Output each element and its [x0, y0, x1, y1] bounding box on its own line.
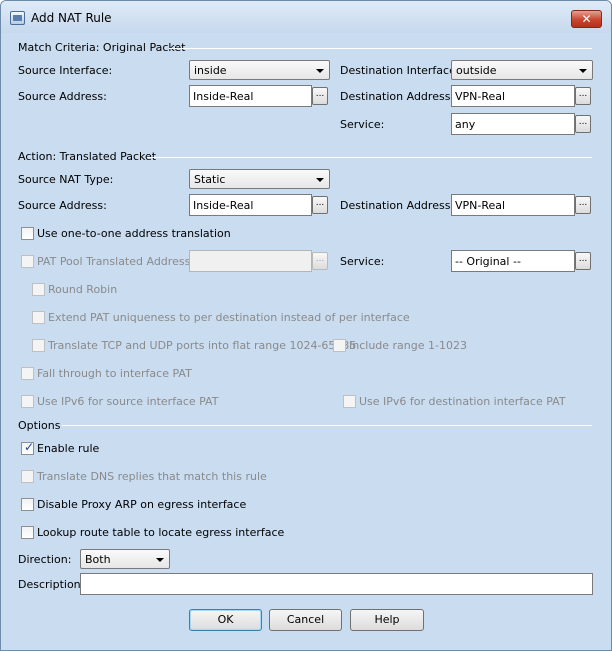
direction-select[interactable]: Both — [80, 549, 170, 569]
chevron-down-icon — [316, 69, 324, 73]
service-field[interactable]: any — [451, 113, 575, 135]
cancel-button[interactable]: Cancel — [269, 609, 342, 631]
direction-label: Direction: — [18, 553, 72, 566]
destination-address-field[interactable]: VPN-Real — [451, 85, 575, 107]
destination-interface-label: Destination Interface: — [340, 64, 460, 77]
translated-service-label: Service: — [340, 255, 385, 268]
enable-rule-checkbox[interactable]: ✓ — [21, 440, 35, 455]
direction-value: Both — [85, 553, 111, 566]
enable-rule-label: Enable rule — [37, 442, 100, 455]
service-browse-button[interactable]: ... — [575, 115, 591, 133]
description-label: Description: — [18, 578, 85, 591]
ipv6-destination-checkbox[interactable] — [343, 395, 356, 408]
close-button[interactable]: ✕ — [571, 10, 602, 28]
lookup-route-checkbox[interactable] — [21, 526, 34, 539]
source-interface-value: inside — [194, 64, 227, 77]
translated-destination-address-value: VPN-Real — [455, 199, 506, 212]
translated-destination-browse-button[interactable]: ... — [575, 196, 591, 214]
translated-service-field[interactable]: -- Original -- — [451, 250, 575, 272]
fall-through-checkbox[interactable] — [21, 367, 34, 380]
chevron-down-icon — [316, 178, 324, 182]
one-to-one-checkbox[interactable] — [21, 227, 34, 240]
translated-service-value: -- Original -- — [455, 255, 521, 268]
pat-pool-browse-button[interactable]: ... — [312, 252, 328, 270]
checkmark-icon: ✓ — [24, 440, 35, 454]
source-address-label: Source Address: — [18, 90, 107, 103]
destination-interface-value: outside — [456, 64, 497, 77]
destination-interface-select[interactable]: outside — [451, 60, 593, 80]
translate-ports-checkbox[interactable] — [32, 339, 45, 352]
destination-address-value: VPN-Real — [455, 90, 506, 103]
pat-pool-label: PAT Pool Translated Address: — [37, 255, 195, 268]
extend-pat-label: Extend PAT uniqueness to per destination… — [48, 311, 410, 324]
options-heading: Options — [18, 419, 61, 432]
source-address-value: Inside-Real — [193, 90, 254, 103]
extend-pat-checkbox[interactable] — [32, 311, 45, 324]
disable-proxy-arp-checkbox[interactable] — [21, 498, 34, 511]
translated-source-address-value: Inside-Real — [193, 199, 254, 212]
source-address-field[interactable]: Inside-Real — [189, 85, 312, 107]
one-to-one-label: Use one-to-one address translation — [37, 227, 231, 240]
match-criteria-heading: Match Criteria: Original Packet — [18, 41, 186, 54]
ipv6-destination-label: Use IPv6 for destination interface PAT — [359, 395, 566, 408]
disable-proxy-arp-label: Disable Proxy ARP on egress interface — [37, 498, 247, 511]
round-robin-checkbox[interactable] — [32, 283, 45, 296]
action-heading: Action: Translated Packet — [18, 150, 157, 163]
translate-dns-checkbox[interactable] — [21, 470, 34, 483]
service-value: any — [455, 118, 476, 131]
ipv6-source-label: Use IPv6 for source interface PAT — [37, 395, 219, 408]
pat-pool-field[interactable] — [189, 250, 312, 272]
description-field[interactable] — [80, 573, 593, 595]
title-bar[interactable]: Add NAT Rule ✕ — [1, 1, 611, 33]
translated-source-browse-button[interactable]: ... — [312, 196, 328, 214]
ok-button[interactable]: OK — [189, 609, 262, 631]
translate-dns-label: Translate DNS replies that match this ru… — [37, 470, 267, 483]
source-nat-type-select[interactable]: Static — [189, 169, 330, 189]
translated-source-address-field[interactable]: Inside-Real — [189, 194, 312, 216]
ipv6-source-checkbox[interactable] — [21, 395, 34, 408]
source-interface-label: Source Interface: — [18, 64, 113, 77]
include-range-checkbox[interactable] — [333, 339, 346, 352]
lookup-route-label: Lookup route table to locate egress inte… — [37, 526, 285, 539]
pat-pool-checkbox[interactable] — [21, 255, 34, 268]
service-label: Service: — [340, 118, 385, 131]
destination-address-label: Destination Address: — [340, 90, 455, 103]
fall-through-label: Fall through to interface PAT — [37, 367, 192, 380]
translated-destination-address-label: Destination Address: — [340, 199, 455, 212]
translated-source-address-label: Source Address: — [18, 199, 107, 212]
destination-address-browse-button[interactable]: ... — [575, 87, 591, 105]
source-interface-select[interactable]: inside — [189, 60, 330, 80]
source-nat-type-value: Static — [194, 173, 226, 186]
help-button[interactable]: Help — [350, 609, 424, 631]
source-address-browse-button[interactable]: ... — [312, 87, 328, 105]
dialog-title: Add NAT Rule — [31, 11, 112, 25]
chevron-down-icon — [579, 69, 587, 73]
section-divider — [169, 48, 592, 49]
translated-service-browse-button[interactable]: ... — [575, 252, 591, 270]
translate-ports-label: Translate TCP and UDP ports into flat ra… — [48, 339, 357, 352]
include-range-label: Include range 1-1023 — [349, 339, 467, 352]
section-divider — [147, 157, 592, 158]
source-nat-type-label: Source NAT Type: — [18, 173, 114, 186]
chevron-down-icon — [156, 558, 164, 562]
app-icon — [10, 11, 25, 25]
round-robin-label: Round Robin — [48, 283, 118, 296]
translated-destination-address-field[interactable]: VPN-Real — [451, 194, 575, 216]
section-divider — [62, 425, 592, 426]
